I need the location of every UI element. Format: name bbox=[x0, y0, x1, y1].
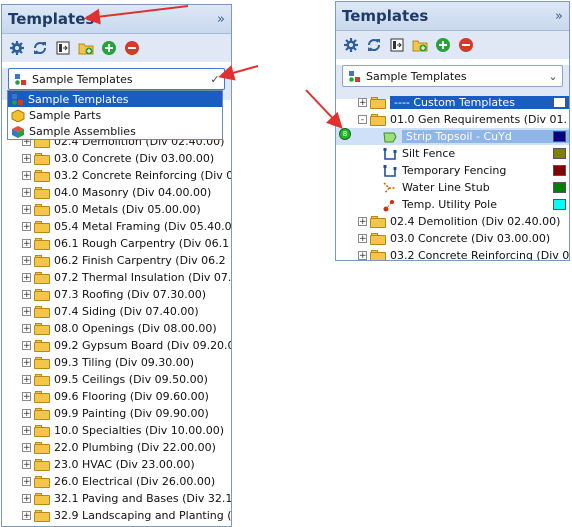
callout-arrows bbox=[84, 5, 343, 129]
arrow-to-title bbox=[84, 5, 189, 25]
arrow-to-dropdown bbox=[218, 65, 259, 81]
arrow-to-marker bbox=[305, 89, 343, 129]
